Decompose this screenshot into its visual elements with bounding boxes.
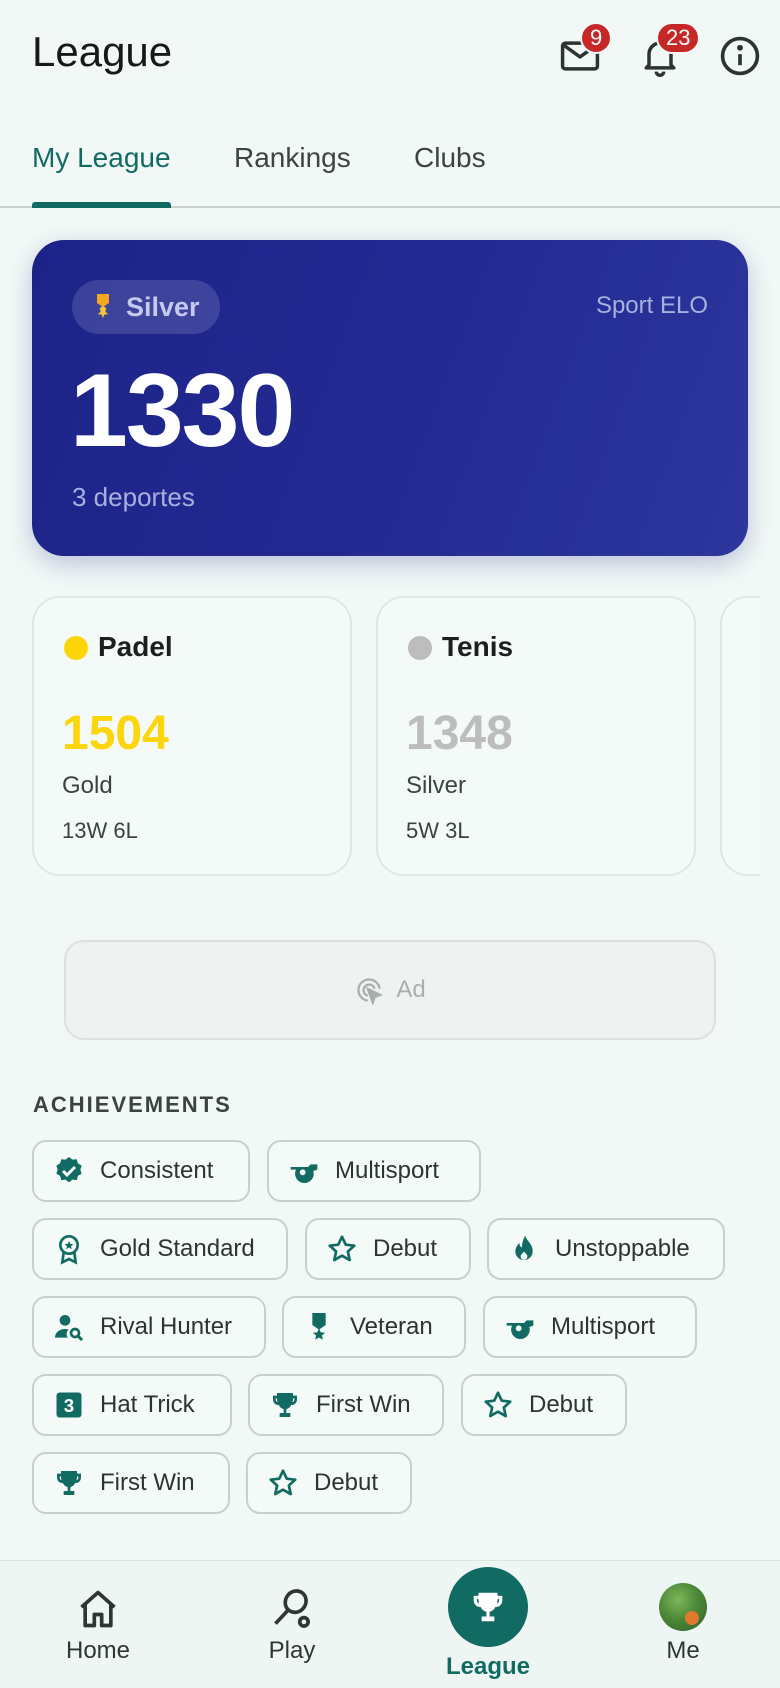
achievements-title: ACHIEVEMENTS — [33, 1092, 232, 1117]
ad-cursor-icon — [357, 978, 384, 1005]
achievement-chip[interactable]: Veteran — [282, 1296, 466, 1358]
tab-bar: My League Rankings Clubs — [0, 128, 780, 208]
bottom-navigation: Home Play League Me — [0, 1560, 780, 1688]
sport-card-partial[interactable] — [720, 596, 760, 876]
achievement-label: Multisport — [335, 1157, 440, 1184]
achievement-chip[interactable]: Debut — [246, 1452, 412, 1514]
nav-me[interactable]: Me — [603, 1561, 763, 1688]
tab-rankings[interactable]: Rankings — [234, 142, 351, 208]
avatar — [659, 1583, 707, 1631]
achievement-chip[interactable]: Multisport — [483, 1296, 697, 1358]
whistle-icon — [287, 1154, 321, 1188]
nav-home[interactable]: Home — [18, 1561, 178, 1688]
mail-count-badge: 9 — [580, 22, 613, 54]
flame-icon — [507, 1232, 541, 1266]
sport-tier: Gold — [62, 772, 113, 799]
sport-name: Padel — [98, 631, 173, 662]
mail-button[interactable]: 9 — [556, 22, 613, 80]
nav-label: Home — [65, 1637, 131, 1664]
card-caption: Sport ELO — [595, 292, 708, 319]
tab-label: Clubs — [414, 142, 486, 173]
achievement-label: Debut — [529, 1391, 594, 1418]
star-outline-icon — [266, 1466, 300, 1500]
sport-tier: Silver — [406, 772, 467, 799]
info-icon — [720, 36, 760, 76]
home-icon — [80, 1590, 116, 1628]
app-bar: League 9 23 — [0, 0, 780, 110]
info-button[interactable] — [716, 32, 764, 80]
tier-label: Silver — [126, 291, 200, 322]
achievement-chip[interactable]: First Win — [32, 1452, 230, 1514]
sport-record: 5W 3L — [406, 818, 470, 843]
verified-badge-icon — [52, 1154, 86, 1188]
achievement-label: Unstoppable — [555, 1235, 690, 1262]
tab-label: My League — [32, 142, 171, 173]
sport-color-dot — [64, 636, 88, 660]
sport-record: 13W 6L — [62, 818, 138, 843]
achievement-label: Veteran — [350, 1313, 433, 1340]
trophy-icon — [268, 1388, 302, 1422]
nav-label: League — [445, 1653, 531, 1680]
sport-card-padel[interactable]: Padel 1504 Gold 13W 6L — [32, 596, 352, 876]
elo-value: 1330 — [70, 353, 295, 469]
military-medal-icon — [302, 1310, 336, 1344]
medal-icon — [97, 294, 109, 318]
achievement-chip[interactable]: First Win — [248, 1374, 444, 1436]
star-outline-icon — [325, 1232, 359, 1266]
sport-elo-card[interactable]: Silver Sport ELO 1330 3 deportes — [32, 240, 748, 556]
star-outline-icon — [481, 1388, 515, 1422]
award-ribbon-icon — [52, 1232, 86, 1266]
achievement-chip[interactable]: Debut — [305, 1218, 471, 1280]
sport-card-tenis[interactable]: Tenis 1348 Silver 5W 3L — [376, 596, 696, 876]
sport-rating: 1504 — [62, 707, 169, 760]
achievement-chip[interactable]: Debut — [461, 1374, 627, 1436]
achievement-chip[interactable]: Multisport — [267, 1140, 481, 1202]
achievement-label: Debut — [314, 1469, 379, 1496]
tab-my-league[interactable]: My League — [32, 142, 171, 208]
tab-label: Rankings — [234, 142, 351, 173]
achievement-chip[interactable]: Rival Hunter — [32, 1296, 266, 1358]
sport-color-dot — [408, 636, 432, 660]
achievement-label: Debut — [373, 1235, 438, 1262]
nav-label: Me — [666, 1637, 700, 1664]
sports-count: 3 deportes — [72, 482, 195, 512]
tab-clubs[interactable]: Clubs — [414, 142, 486, 208]
sport-name: Tenis — [442, 631, 514, 662]
page-title: League — [32, 28, 173, 75]
person-search-icon — [52, 1310, 86, 1344]
achievement-chip[interactable]: 3 Hat Trick — [32, 1374, 232, 1436]
achievement-label: First Win — [316, 1391, 411, 1418]
tier-badge: Silver — [72, 280, 220, 334]
achievement-label: Consistent — [100, 1157, 214, 1184]
trophy-icon — [52, 1466, 86, 1500]
nav-league-indicator — [448, 1567, 528, 1647]
svg-text:3: 3 — [64, 1395, 74, 1416]
nav-label: Play — [268, 1637, 316, 1664]
active-tab-indicator — [32, 202, 171, 208]
achievement-chip[interactable]: Gold Standard — [32, 1218, 288, 1280]
number-three-icon: 3 — [52, 1388, 86, 1422]
trophy-icon — [473, 1592, 503, 1622]
achievement-label: Rival Hunter — [100, 1313, 233, 1340]
achievement-chip[interactable]: Unstoppable — [487, 1218, 725, 1280]
notification-count-badge: 23 — [656, 22, 701, 54]
nav-league[interactable]: League — [408, 1561, 568, 1688]
achievement-chip[interactable]: Consistent — [32, 1140, 250, 1202]
ad-label: Ad — [396, 976, 426, 1003]
achievement-label: First Win — [100, 1469, 195, 1496]
nav-play[interactable]: Play — [212, 1561, 372, 1688]
achievement-label: Multisport — [551, 1313, 656, 1340]
achievement-label: Hat Trick — [100, 1391, 195, 1418]
ad-banner[interactable]: Ad — [64, 940, 716, 1040]
notifications-button[interactable]: 23 — [636, 22, 701, 80]
whistle-icon — [503, 1310, 537, 1344]
achievement-label: Gold Standard — [100, 1235, 255, 1262]
sport-rating: 1348 — [406, 707, 513, 760]
racket-icon — [274, 1589, 310, 1628]
